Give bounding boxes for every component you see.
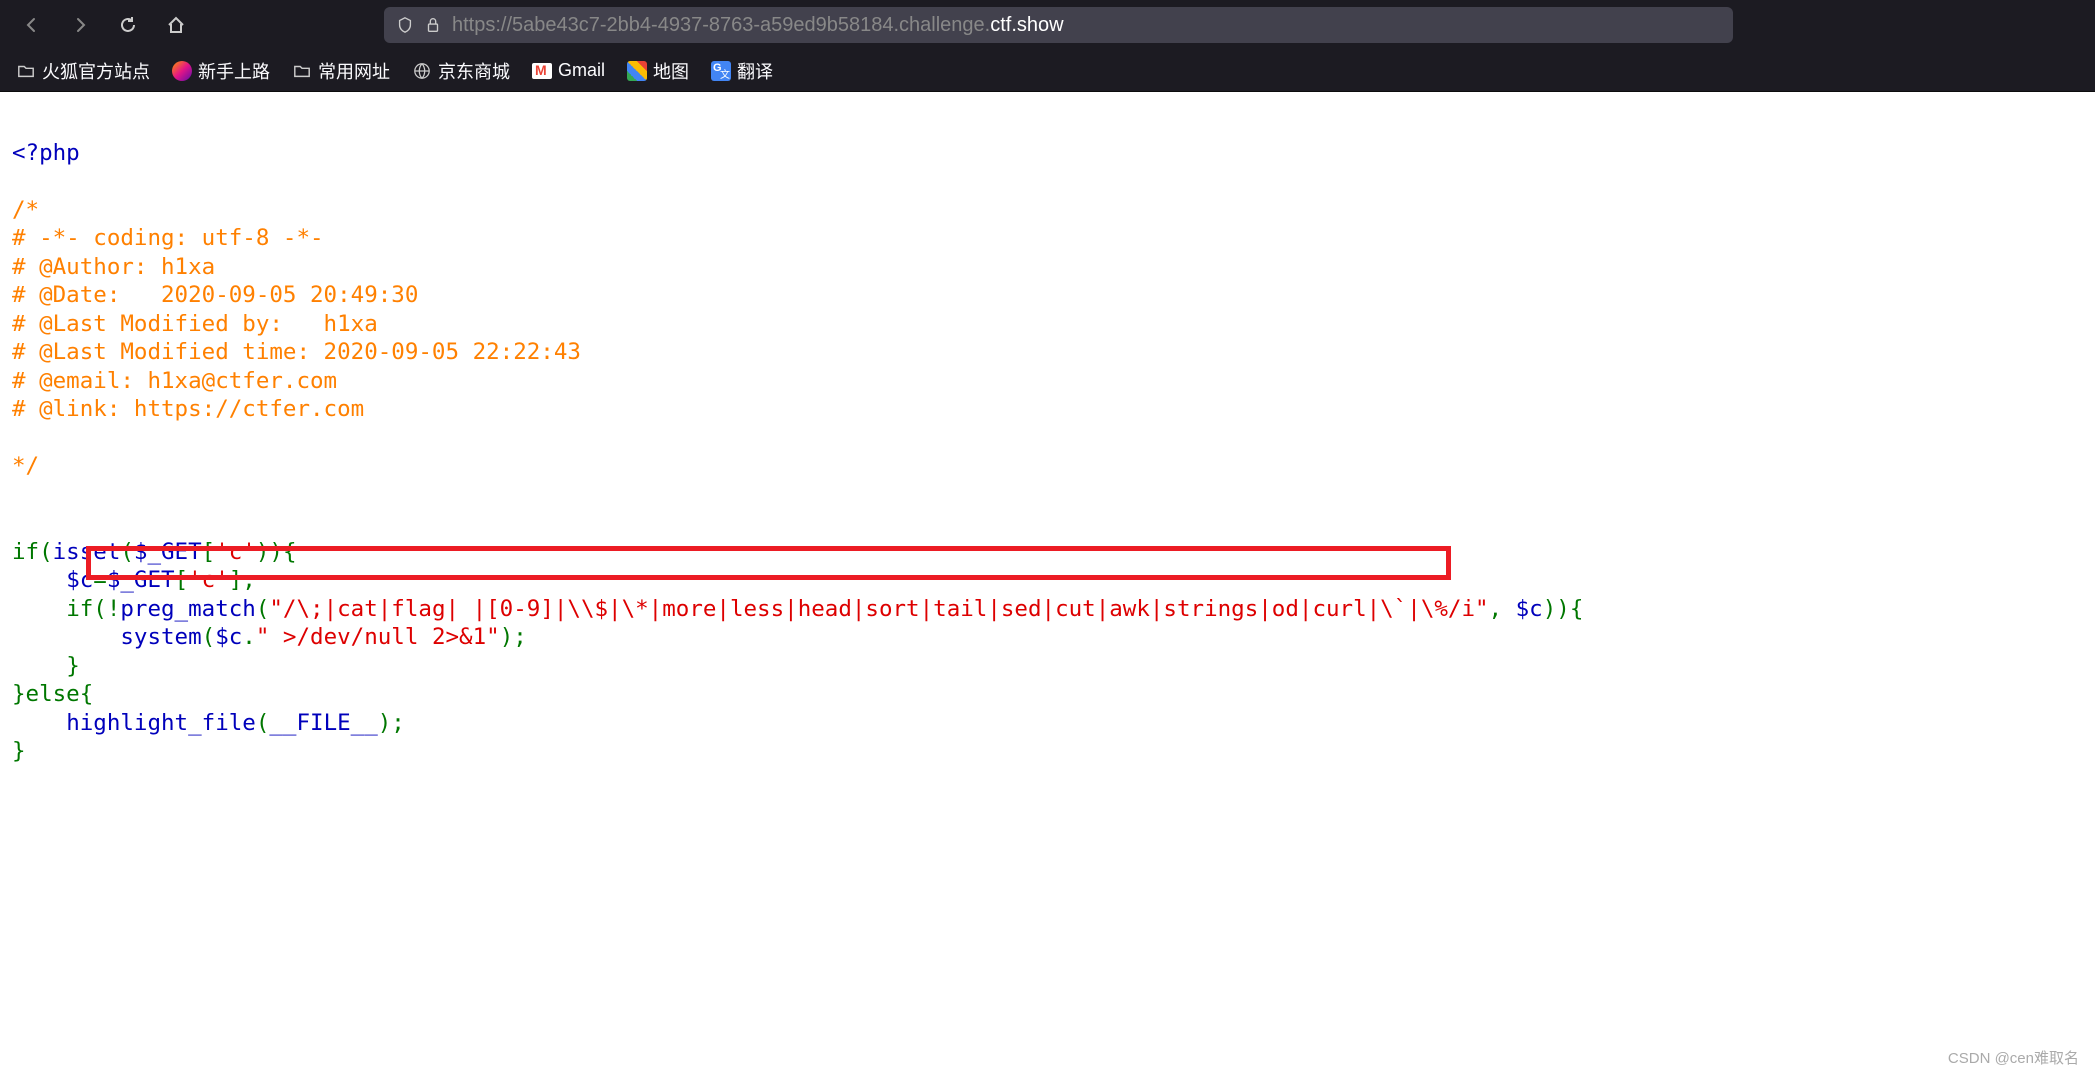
folder-icon — [292, 61, 312, 81]
shield-icon — [396, 16, 414, 34]
browser-toolbar: https://5abe43c7-2bb4-4937-8763-a59ed9b5… — [0, 0, 2095, 50]
firefox-icon — [172, 61, 192, 81]
bookmark-label: 新手上路 — [198, 58, 270, 84]
bookmark-firefox-official[interactable]: 火狐官方站点 — [16, 58, 150, 84]
comment-block: /* # -*- coding: utf-8 -*- # @Author: h1… — [12, 197, 581, 480]
bookmark-label: 地图 — [653, 58, 689, 84]
gmail-icon — [532, 61, 552, 81]
bookmark-jd[interactable]: 京东商城 — [412, 58, 510, 84]
folder-icon — [16, 61, 36, 81]
php-open-tag: <?php — [12, 140, 80, 166]
back-button[interactable] — [12, 5, 52, 45]
regex-pattern: "/\;|cat|flag| |[0-9]|\\$|\*|more|less|h… — [269, 596, 1488, 622]
home-icon — [166, 15, 186, 35]
globe-icon — [412, 61, 432, 81]
reload-button[interactable] — [108, 5, 148, 45]
arrow-left-icon — [22, 15, 42, 35]
lock-icon — [424, 16, 442, 34]
arrow-right-icon — [70, 15, 90, 35]
code-line: if( — [12, 539, 53, 565]
home-button[interactable] — [156, 5, 196, 45]
bookmark-translate[interactable]: 翻译 — [711, 58, 773, 84]
translate-icon — [711, 61, 731, 81]
bookmarks-bar: 火狐官方站点 新手上路 常用网址 京东商城 Gmail 地图 翻译 — [0, 50, 2095, 92]
url-text: https://5abe43c7-2bb4-4937-8763-a59ed9b5… — [452, 14, 1064, 37]
bookmark-maps[interactable]: 地图 — [627, 58, 689, 84]
bookmark-gmail[interactable]: Gmail — [532, 60, 605, 81]
bookmark-label: Gmail — [558, 60, 605, 81]
bookmark-label: 常用网址 — [318, 58, 390, 84]
bookmark-getting-started[interactable]: 新手上路 — [172, 58, 270, 84]
maps-icon — [627, 61, 647, 81]
bookmark-label: 火狐官方站点 — [42, 58, 150, 84]
address-bar[interactable]: https://5abe43c7-2bb4-4937-8763-a59ed9b5… — [384, 7, 1733, 43]
page-content: <?php /* # -*- coding: utf-8 -*- # @Auth… — [0, 92, 2095, 812]
forward-button[interactable] — [60, 5, 100, 45]
bookmark-label: 京东商城 — [438, 58, 510, 84]
bookmark-label: 翻译 — [737, 58, 773, 84]
bookmark-common-sites[interactable]: 常用网址 — [292, 58, 390, 84]
watermark: CSDN @cen难取名 — [1948, 1047, 2079, 1068]
reload-icon — [118, 15, 138, 35]
